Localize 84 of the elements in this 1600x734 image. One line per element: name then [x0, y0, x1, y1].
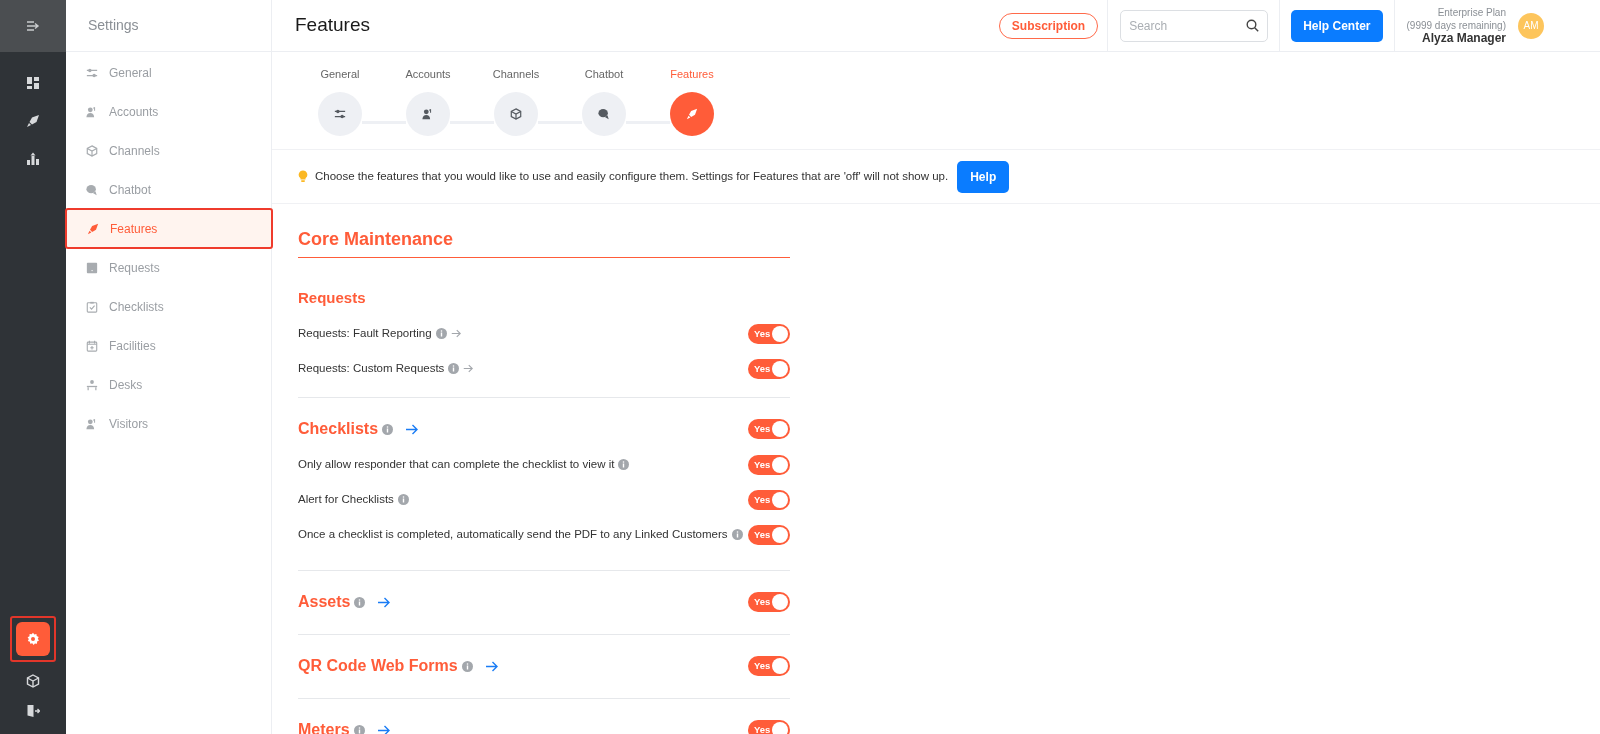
step-label: General — [320, 67, 360, 82]
arrow-icon[interactable] — [405, 423, 419, 435]
arrow-icon[interactable] — [463, 364, 474, 373]
cube-icon — [86, 144, 98, 157]
info-icon[interactable] — [731, 529, 743, 540]
step-button[interactable] — [582, 92, 626, 136]
cube-icon[interactable] — [26, 674, 40, 688]
sidebar-item[interactable]: Chatbot — [66, 170, 271, 209]
users-icon — [86, 417, 98, 430]
plan-label: Enterprise Plan — [1437, 6, 1506, 19]
step-button[interactable] — [670, 92, 714, 136]
chat-icon — [598, 108, 610, 120]
info-icon[interactable] — [435, 328, 447, 339]
settings-button[interactable] — [16, 622, 50, 656]
group-title: QR Code Web Forms — [298, 656, 458, 676]
step-button[interactable] — [406, 92, 450, 136]
sidebar-item[interactable]: General — [66, 53, 271, 92]
days-remaining: (9999 days remaining) — [1406, 19, 1506, 32]
group-title: Checklists — [298, 419, 379, 439]
step-label: Channels — [492, 67, 540, 82]
chart-icon[interactable] — [26, 152, 40, 166]
search-icon — [1246, 18, 1260, 32]
arrow-icon[interactable] — [484, 660, 498, 672]
sidebar-item[interactable]: Accounts — [66, 92, 271, 131]
help-button[interactable]: Help — [957, 160, 1010, 193]
step-label: Features — [670, 67, 714, 82]
toggle-switch[interactable]: Yes — [748, 524, 790, 545]
info-icon[interactable] — [354, 596, 366, 608]
user-avatar[interactable]: AM — [1518, 12, 1544, 39]
sidebar-item[interactable]: Facilities — [66, 326, 271, 365]
menu-collapse-icon[interactable] — [26, 20, 40, 32]
step-label: Chatbot — [584, 67, 624, 82]
toggle-switch[interactable]: Yes — [748, 358, 790, 379]
lightbulb-icon — [298, 170, 308, 183]
sliders-icon — [334, 108, 346, 120]
settings-icon — [26, 632, 40, 646]
info-text: Choose the features that you would like to use and easily configure them. Settings for Features that are 'off' will not show up. — [315, 168, 949, 184]
dashboard-icon[interactable] — [26, 76, 40, 90]
chat-icon — [86, 183, 98, 196]
step-button[interactable] — [494, 92, 538, 136]
group-title: Assets — [298, 592, 351, 612]
setting-label: Alert for Checklists — [298, 491, 394, 507]
arrow-icon[interactable] — [376, 724, 390, 734]
sidebar-item[interactable]: Desks — [66, 365, 271, 404]
info-icon[interactable] — [382, 423, 394, 435]
sidebar-item[interactable]: Features — [65, 208, 273, 249]
help-center-button[interactable]: Help Center — [1291, 9, 1383, 42]
setting-label: Requests: Custom Requests — [298, 360, 445, 376]
arrow-icon[interactable] — [450, 329, 461, 338]
toggle-switch[interactable]: Yes — [748, 592, 790, 612]
page-title: Features — [295, 13, 370, 38]
toggle-switch[interactable]: Yes — [748, 323, 790, 344]
search-field[interactable]: Search — [1120, 9, 1269, 42]
user-name: Alyza Manager — [1421, 32, 1506, 45]
toggle-switch[interactable]: Yes — [748, 720, 790, 734]
info-icon[interactable] — [618, 459, 630, 470]
group-title: Requests — [298, 287, 366, 308]
section-title: Core Maintenance — [298, 229, 454, 249]
sidebar-item[interactable]: Requests — [66, 248, 271, 287]
info-icon[interactable] — [353, 724, 365, 734]
info-icon[interactable] — [397, 494, 409, 505]
toggle-switch[interactable]: Yes — [748, 656, 790, 676]
desk-icon — [86, 378, 98, 391]
sidebar-item[interactable]: Visitors — [66, 404, 271, 443]
toggle-switch[interactable]: Yes — [748, 419, 790, 439]
users-icon — [422, 108, 434, 120]
sidebar-item[interactable]: Channels — [66, 131, 271, 170]
cube-icon — [510, 108, 522, 120]
calendar-icon — [86, 339, 98, 352]
setting-label: Only allow responder that can complete the checklist to view it — [298, 456, 615, 472]
step-label: Accounts — [405, 67, 451, 82]
info-icon[interactable] — [461, 660, 473, 672]
sidebar-item[interactable]: Checklists — [66, 287, 271, 326]
users-icon — [86, 105, 98, 118]
info-icon[interactable] — [448, 363, 460, 374]
sliders-icon — [86, 66, 98, 79]
setting-label: Requests: Fault Reporting — [298, 325, 432, 341]
exit-icon[interactable] — [26, 704, 40, 718]
arrow-icon[interactable] — [377, 596, 391, 608]
toggle-switch[interactable]: Yes — [748, 489, 790, 510]
sidebar-title: Settings — [88, 16, 139, 35]
toggle-switch[interactable]: Yes — [748, 454, 790, 475]
setting-label: Once a checklist is completed, automatically send the PDF to any Linked Customers — [298, 526, 728, 542]
checklist-icon — [86, 300, 98, 313]
